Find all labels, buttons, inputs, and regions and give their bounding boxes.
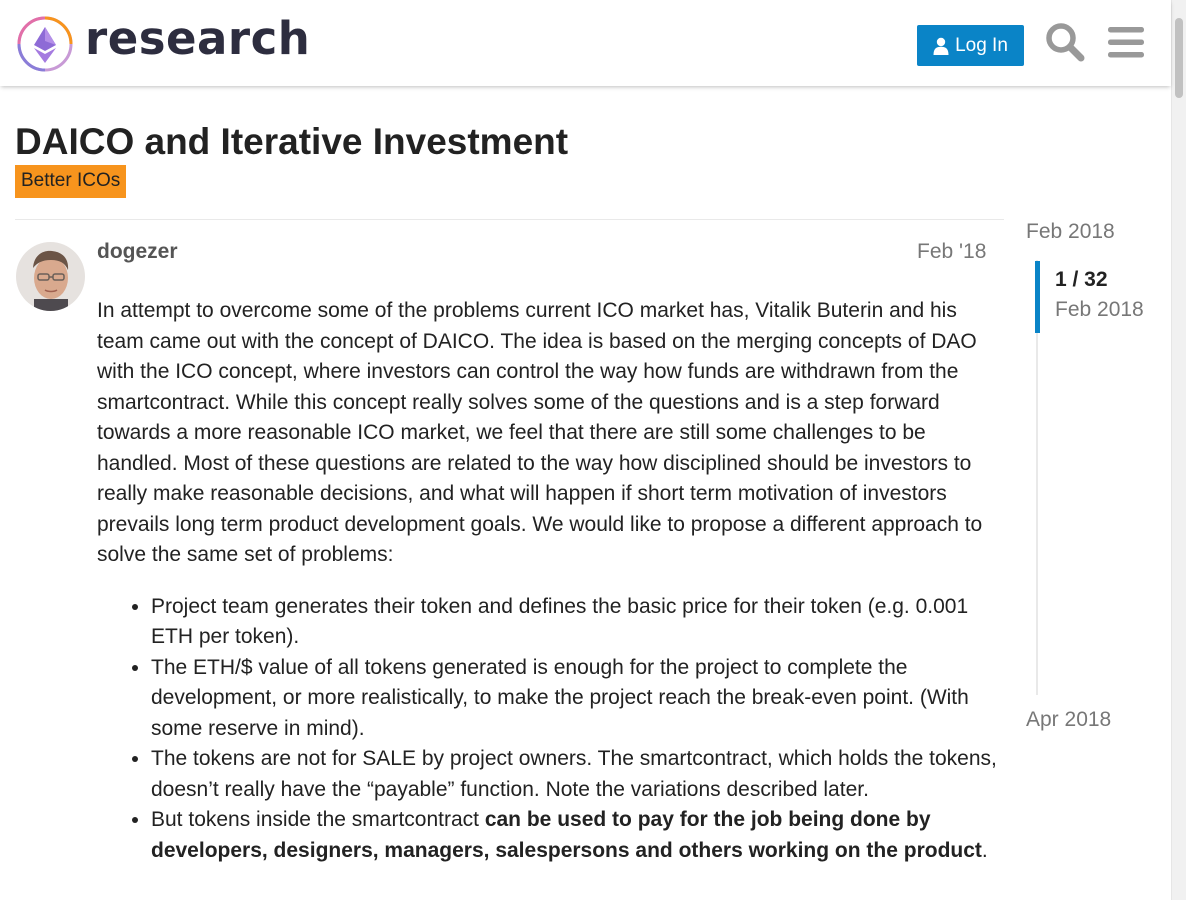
timeline-current-date: Feb 2018 <box>1055 298 1144 321</box>
post-paragraph: In attempt to overcome some of the probl… <box>97 299 983 566</box>
list-item: The tokens are not for SALE by project o… <box>151 744 997 805</box>
category-badge[interactable]: Better ICOs <box>15 165 127 198</box>
site-header: research Log In <box>0 0 1171 86</box>
list-item: The ETH/$ value of all tokens generated … <box>151 653 997 745</box>
research-logo-icon[interactable] <box>16 15 74 73</box>
user-icon <box>933 37 949 55</box>
timeline-start-date[interactable]: Feb 2018 <box>1026 220 1115 244</box>
post-username[interactable]: dogezer <box>97 240 178 264</box>
post-bullet-list: Project team generates their token and d… <box>97 592 997 867</box>
avatar[interactable] <box>16 242 85 311</box>
timeline-end-date[interactable]: Apr 2018 <box>1026 708 1111 732</box>
page-scrollbar[interactable] <box>1171 0 1186 900</box>
bullet-text-end: . <box>981 838 988 862</box>
list-item: Project team generates their token and d… <box>151 592 997 653</box>
site-logo-text[interactable]: research <box>85 12 310 65</box>
timeline-post-position: 1 / 32 <box>1055 268 1108 291</box>
search-icon[interactable] <box>1044 21 1086 63</box>
post-date[interactable]: Feb '18 <box>917 240 986 264</box>
bullet-text: But tokens inside the smartcontract <box>151 808 485 831</box>
hamburger-menu-icon[interactable] <box>1105 21 1147 63</box>
user-avatar-icon <box>16 242 85 311</box>
topic-title[interactable]: DAICO and Iterative Investment <box>15 121 568 163</box>
timeline-scroll-handle[interactable] <box>1035 261 1040 333</box>
post-body: In attempt to overcome some of the probl… <box>97 296 997 866</box>
scrollbar-thumb[interactable] <box>1175 18 1183 98</box>
login-label: Log In <box>955 34 1008 56</box>
list-item: But tokens inside the smartcontract can … <box>151 805 997 866</box>
login-button[interactable]: Log In <box>917 25 1024 66</box>
title-divider <box>15 219 1004 220</box>
